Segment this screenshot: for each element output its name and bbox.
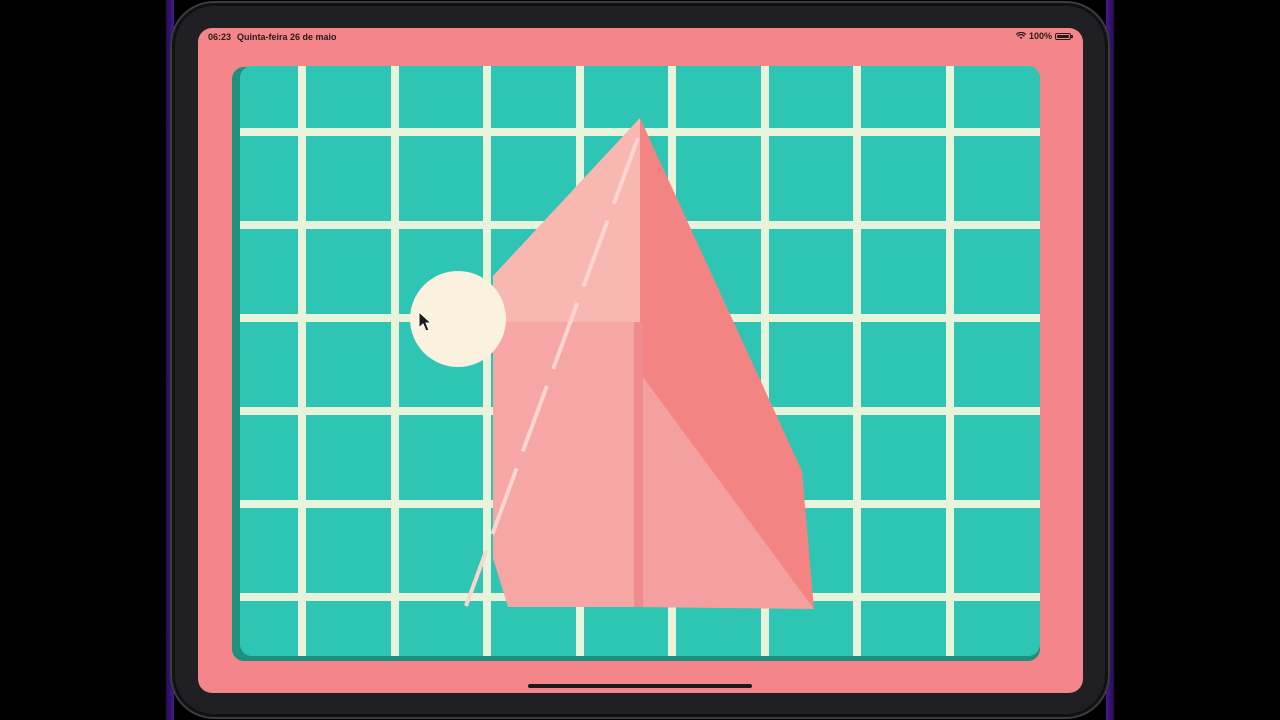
status-time: 06:23 [208, 32, 232, 42]
animation-canvas[interactable] [240, 66, 1040, 656]
battery-level-fill [1057, 34, 1069, 38]
ipad-frame: 06:23 Quinta-feira 26 de maio 100% [170, 1, 1110, 719]
canvas-artwork [240, 66, 1040, 656]
paper-plane-center-crease [634, 322, 643, 607]
battery-percentage: 100% [1028, 31, 1052, 41]
battery-icon [1055, 32, 1073, 40]
grid-line-vertical [483, 66, 491, 656]
app-stage: 06:23 Quinta-feira 26 de maio 100% [0, 0, 1280, 720]
status-date: Quinta-feira 26 de maio [237, 32, 337, 42]
grid-line-vertical [391, 66, 399, 656]
ipad-screen: 06:23 Quinta-feira 26 de maio 100% [198, 28, 1083, 693]
wifi-icon [1015, 32, 1026, 39]
grid-line-vertical [946, 66, 954, 656]
grid-line-vertical [853, 66, 861, 656]
grid-line-vertical [298, 66, 306, 656]
status-bar: 06:23 Quinta-feira 26 de maio 100% [198, 28, 1083, 46]
home-indicator[interactable] [528, 684, 752, 688]
status-right-group: 100% [1015, 31, 1073, 41]
